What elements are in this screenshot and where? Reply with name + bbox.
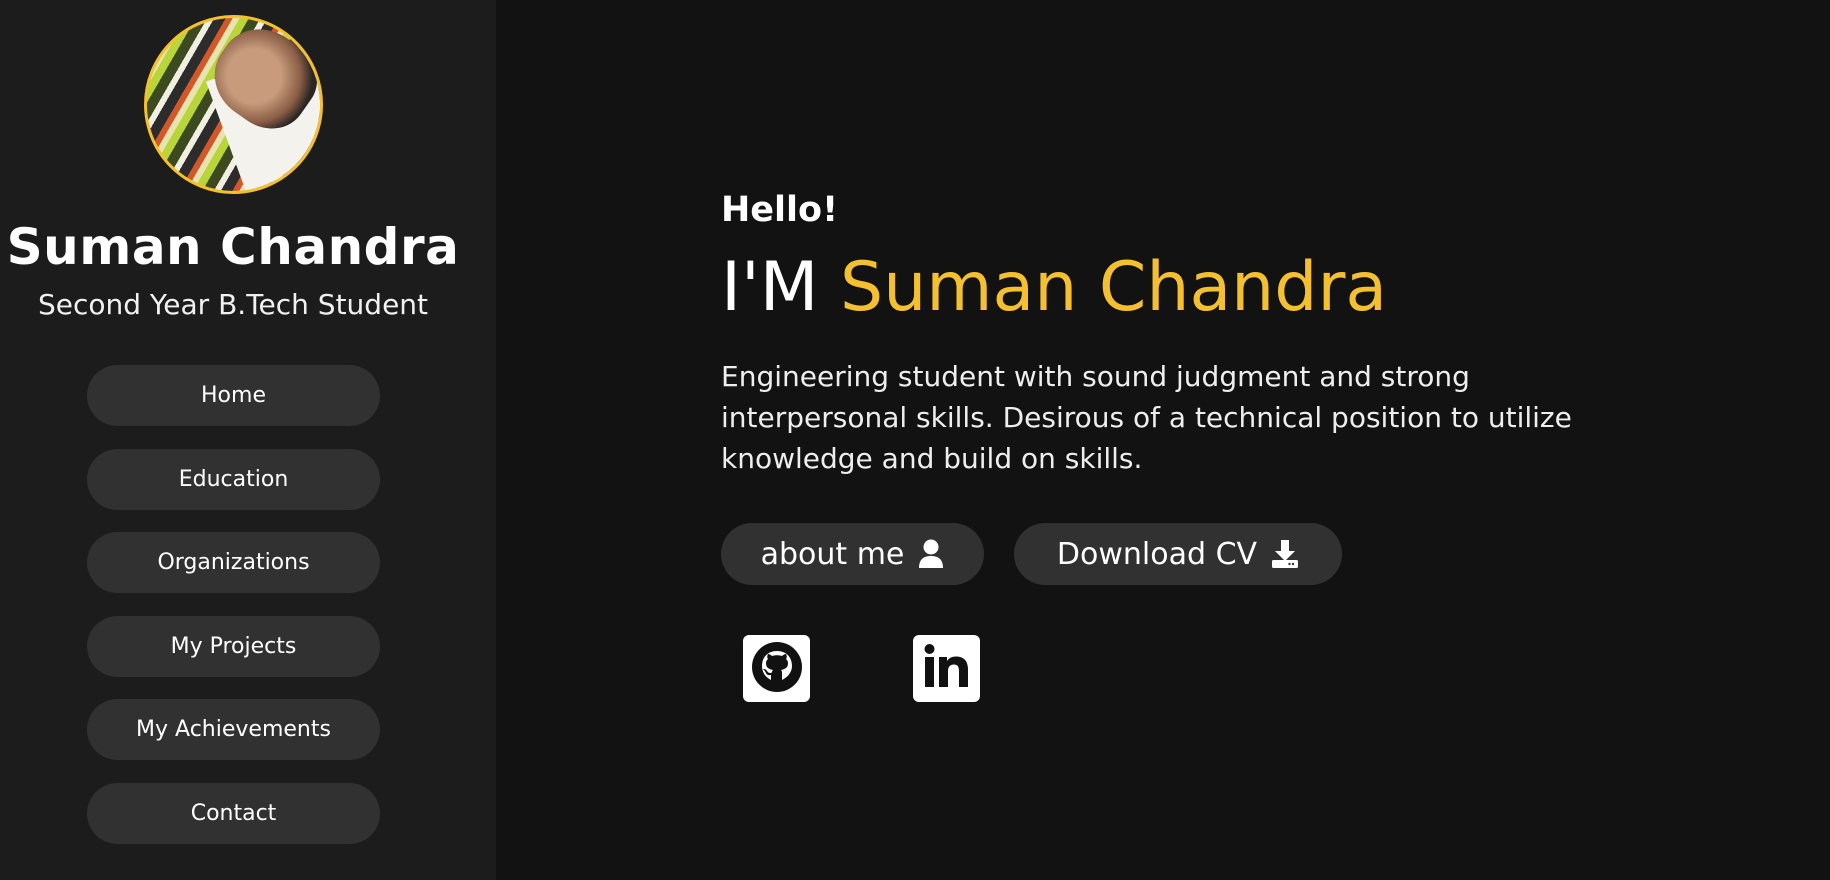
download-cv-label: Download CV (1056, 536, 1258, 572)
nav-item-my-projects[interactable]: My Projects (87, 615, 380, 677)
nav-item-contact[interactable]: Contact (87, 782, 380, 844)
github-link[interactable] (743, 635, 810, 702)
github-icon (749, 639, 805, 699)
portfolio-page: Suman Chandra Second Year B.Tech Student… (0, 0, 1830, 880)
linkedin-link[interactable] (913, 635, 980, 702)
sidebar-role: Second Year B.Tech Student (37, 288, 429, 321)
about-me-label: about me (760, 536, 905, 572)
sidebar: Suman Chandra Second Year B.Tech Student… (0, 0, 496, 880)
about-me-button[interactable]: about me (721, 523, 984, 585)
sidebar-name: Suman Chandra (6, 218, 460, 276)
avatar (144, 15, 323, 194)
nav-item-organizations[interactable]: Organizations (87, 532, 380, 594)
user-icon (918, 539, 944, 569)
sidebar-nav: Home Education Organizations My Projects… (87, 365, 380, 867)
download-icon (1271, 539, 1299, 569)
download-cv-button[interactable]: Download CV (1014, 523, 1342, 585)
headline-name: Suman Chandra (840, 248, 1388, 327)
greeting: Hello! (721, 190, 839, 230)
intro-description: Engineering student with sound judgment … (721, 360, 1572, 475)
nav-item-education[interactable]: Education (87, 448, 380, 510)
headline-prefix: I'M (721, 248, 841, 327)
headline: I'M Suman Chandra (721, 248, 1387, 328)
nav-item-home[interactable]: Home (87, 365, 380, 426)
nav-item-my-achievements[interactable]: My Achievements (87, 699, 380, 761)
linkedin-icon (919, 639, 975, 699)
